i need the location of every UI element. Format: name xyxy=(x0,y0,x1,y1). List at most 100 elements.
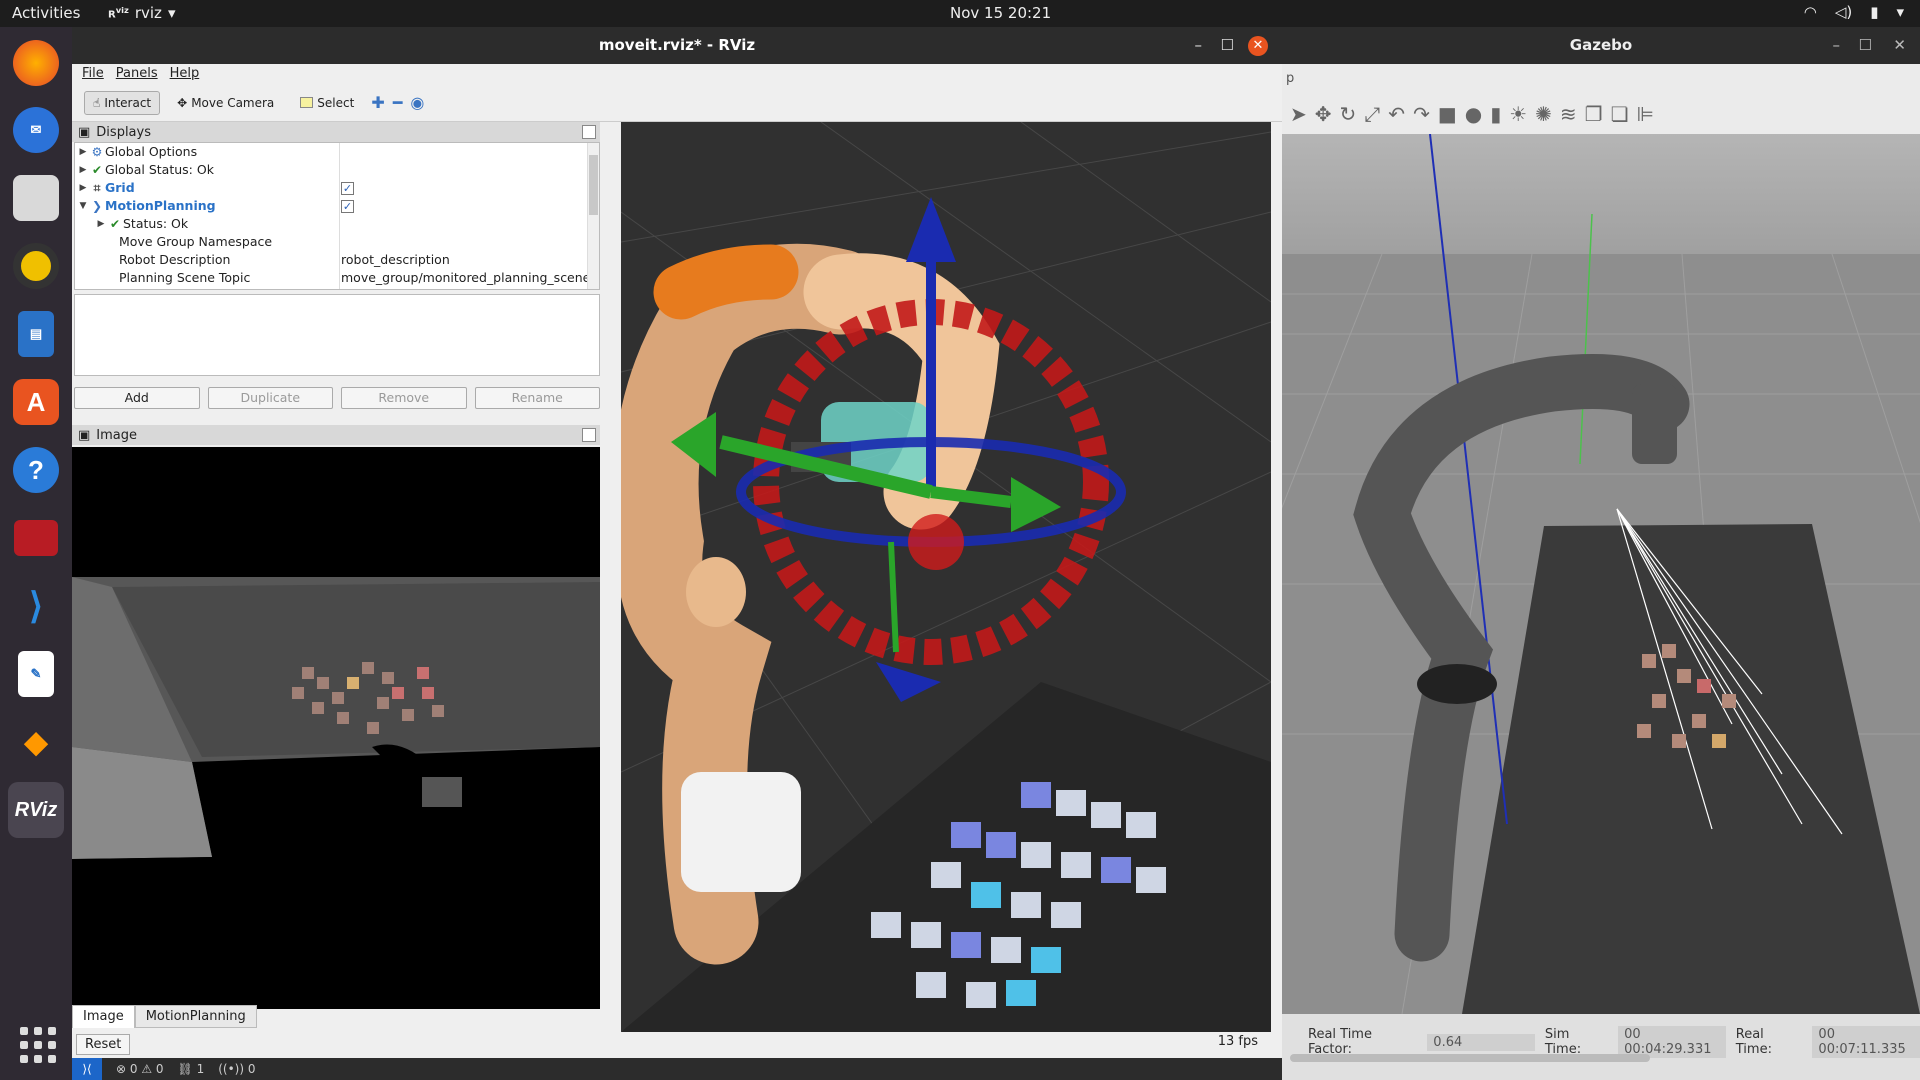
menu-fragment: p xyxy=(1286,71,1295,86)
top-bar: Activities Rviz rviz ▾ Nov 15 20:21 ◠ ◁)… xyxy=(0,0,1920,27)
spot-light-icon[interactable]: ✺ xyxy=(1535,102,1552,126)
expand-arrow-icon[interactable]: ▶ xyxy=(77,161,89,179)
gazebo-toolbar: ➤ ✥ ↻ ⤢ ↶ ↷ ■ ● ▮ ☀ ✺ ≋ ❐ ❏ ⊫ xyxy=(1282,94,1920,134)
dock-files[interactable] xyxy=(8,170,64,226)
dock-help[interactable]: ? xyxy=(8,442,64,498)
tree-row-global-options[interactable]: ▶ ⚙ Global Options xyxy=(75,143,599,161)
minimize-icon[interactable]: – xyxy=(1195,27,1203,64)
move-camera-icon: ✥ xyxy=(177,95,188,110)
property-description-area xyxy=(74,294,600,376)
float-panel-button[interactable] xyxy=(582,428,596,442)
horizontal-scrollbar[interactable] xyxy=(1290,1054,1650,1062)
rotate-icon[interactable]: ↻ xyxy=(1340,102,1357,126)
window-title: Gazebo xyxy=(1569,36,1633,54)
eye-icon[interactable]: ◉ xyxy=(410,93,424,112)
interact-button[interactable]: ☝ Interact xyxy=(84,90,161,115)
remote-icon[interactable]: ⟩⟨ xyxy=(72,1058,102,1080)
select-button[interactable]: Select xyxy=(291,91,363,115)
tree-row-grid[interactable]: ▶ ⌗ Grid ✓ xyxy=(75,179,599,197)
float-panel-button[interactable] xyxy=(582,125,596,139)
app-menu[interactable]: Rviz rviz ▾ xyxy=(108,4,175,22)
dock-rviz[interactable]: RViz xyxy=(8,782,64,838)
dock-app-center[interactable]: A xyxy=(8,374,64,430)
dock-writer[interactable]: ▤ xyxy=(8,306,64,362)
scrollbar-thumb[interactable] xyxy=(589,155,598,215)
align-icon[interactable]: ⊫ xyxy=(1637,102,1654,126)
maximize-icon[interactable]: ☐ xyxy=(1859,27,1872,64)
tree-row-motion-planning[interactable]: ▼ ❯ MotionPlanning ✓ xyxy=(75,197,599,215)
paste-icon[interactable]: ❏ xyxy=(1611,102,1629,126)
check-icon: ✔ xyxy=(109,217,121,231)
rviz-app-icon: Rviz xyxy=(108,5,129,21)
dock-text-editor[interactable]: ✎ xyxy=(8,646,64,702)
row-value[interactable]: move_group/monitored_planning_scene xyxy=(341,269,590,287)
add-tool-icon[interactable]: ✚ xyxy=(371,93,384,112)
cylinder-shape-icon[interactable]: ▮ xyxy=(1490,102,1501,126)
dock-terminal[interactable] xyxy=(8,510,64,566)
dock-vscode[interactable]: ⟩ xyxy=(8,578,64,634)
reset-button[interactable]: Reset xyxy=(76,1034,131,1055)
activities-button[interactable]: Activities xyxy=(12,4,80,22)
add-button[interactable]: Add xyxy=(74,387,200,409)
expand-arrow-icon[interactable]: ▶ xyxy=(77,143,89,161)
maximize-icon[interactable]: ☐ xyxy=(1221,27,1234,64)
move-camera-button[interactable]: ✥ Move Camera xyxy=(168,91,283,115)
gazebo-3d-scene[interactable] xyxy=(1282,134,1920,1014)
rename-button[interactable]: Rename xyxy=(474,387,600,409)
tab-motion-planning[interactable]: MotionPlanning xyxy=(134,1005,257,1028)
3d-viewport[interactable] xyxy=(621,122,1271,1032)
dock-rhythmbox[interactable] xyxy=(8,238,64,294)
close-icon[interactable]: ✕ xyxy=(1893,27,1906,64)
chevron-down-icon: ▾ xyxy=(167,4,176,22)
tool-bar: ☝ Interact ✥ Move Camera Select ✚ ━ ◉ xyxy=(72,84,1282,122)
motion-planning-enabled-checkbox[interactable]: ✓ xyxy=(341,200,354,213)
battery-icon: ▮ xyxy=(1870,3,1879,21)
radio-indicator[interactable]: ((•)) 0 xyxy=(218,1062,255,1076)
vertical-scrollbar[interactable] xyxy=(587,143,599,289)
problems-count[interactable]: ⊗ 0 ⚠ 0 xyxy=(116,1062,164,1076)
tree-row-planning-scene-topic[interactable]: Planning Scene Topic move_group/monitore… xyxy=(75,269,599,287)
sphere-shape-icon[interactable]: ● xyxy=(1465,102,1482,126)
tree-row-move-group-namespace[interactable]: Move Group Namespace xyxy=(75,233,599,251)
collapse-arrow-icon[interactable]: ▼ xyxy=(77,197,89,215)
undo-icon[interactable]: ↶ xyxy=(1388,102,1405,126)
copy-icon[interactable]: ❐ xyxy=(1585,102,1603,126)
system-tray[interactable]: ◠ ◁) ▮ ▾ xyxy=(1804,3,1904,21)
remove-tool-icon[interactable]: ━ xyxy=(393,93,403,112)
gazebo-menubar[interactable]: p xyxy=(1282,64,1920,94)
show-applications-icon[interactable] xyxy=(20,1027,56,1063)
tree-row-robot-description[interactable]: Robot Description robot_description xyxy=(75,251,599,269)
remove-button[interactable]: Remove xyxy=(341,387,467,409)
ports-indicator[interactable]: ⛓ 1 xyxy=(178,1062,205,1076)
close-icon[interactable]: ✕ xyxy=(1248,36,1268,56)
terminal-icon xyxy=(14,520,58,556)
sublime-icon: ◆ xyxy=(24,725,48,759)
grid-enabled-checkbox[interactable]: ✓ xyxy=(341,182,354,195)
dock-thunderbird[interactable]: ✉ xyxy=(8,102,64,158)
directional-light-icon[interactable]: ≋ xyxy=(1560,102,1577,126)
scale-icon[interactable]: ⤢ xyxy=(1364,102,1380,126)
expand-arrow-icon[interactable]: ▶ xyxy=(77,179,89,197)
tree-row-global-status[interactable]: ▶ ✔ Global Status: Ok xyxy=(75,161,599,179)
rtf-label: Real Time Factor: xyxy=(1308,1027,1372,1057)
clock[interactable]: Nov 15 20:21 xyxy=(950,4,1051,22)
dock-firefox[interactable] xyxy=(8,35,64,91)
menu-help[interactable]: Help xyxy=(170,64,200,84)
text-editor-icon: ✎ xyxy=(18,651,54,697)
duplicate-button[interactable]: Duplicate xyxy=(207,387,333,409)
row-label: Robot Description xyxy=(119,252,231,267)
menu-panels[interactable]: Panels xyxy=(116,64,158,84)
redo-icon[interactable]: ↷ xyxy=(1413,102,1430,126)
tree-row-status[interactable]: ▶ ✔ Status: Ok xyxy=(75,215,599,233)
translate-icon[interactable]: ✥ xyxy=(1315,102,1332,126)
menu-file[interactable]: File xyxy=(82,64,104,84)
point-light-icon[interactable]: ☀ xyxy=(1509,102,1527,126)
select-arrow-icon[interactable]: ➤ xyxy=(1290,102,1307,126)
row-value[interactable]: robot_description xyxy=(341,251,450,269)
expand-arrow-icon[interactable]: ▶ xyxy=(95,215,107,233)
tab-image[interactable]: Image xyxy=(72,1005,135,1028)
dock-sublime[interactable]: ◆ xyxy=(8,714,64,770)
box-shape-icon[interactable]: ■ xyxy=(1438,102,1457,126)
minimize-icon[interactable]: – xyxy=(1833,27,1841,64)
displays-tree: ▶ ⚙ Global Options ▶ ✔ Global Status: Ok… xyxy=(74,142,600,290)
